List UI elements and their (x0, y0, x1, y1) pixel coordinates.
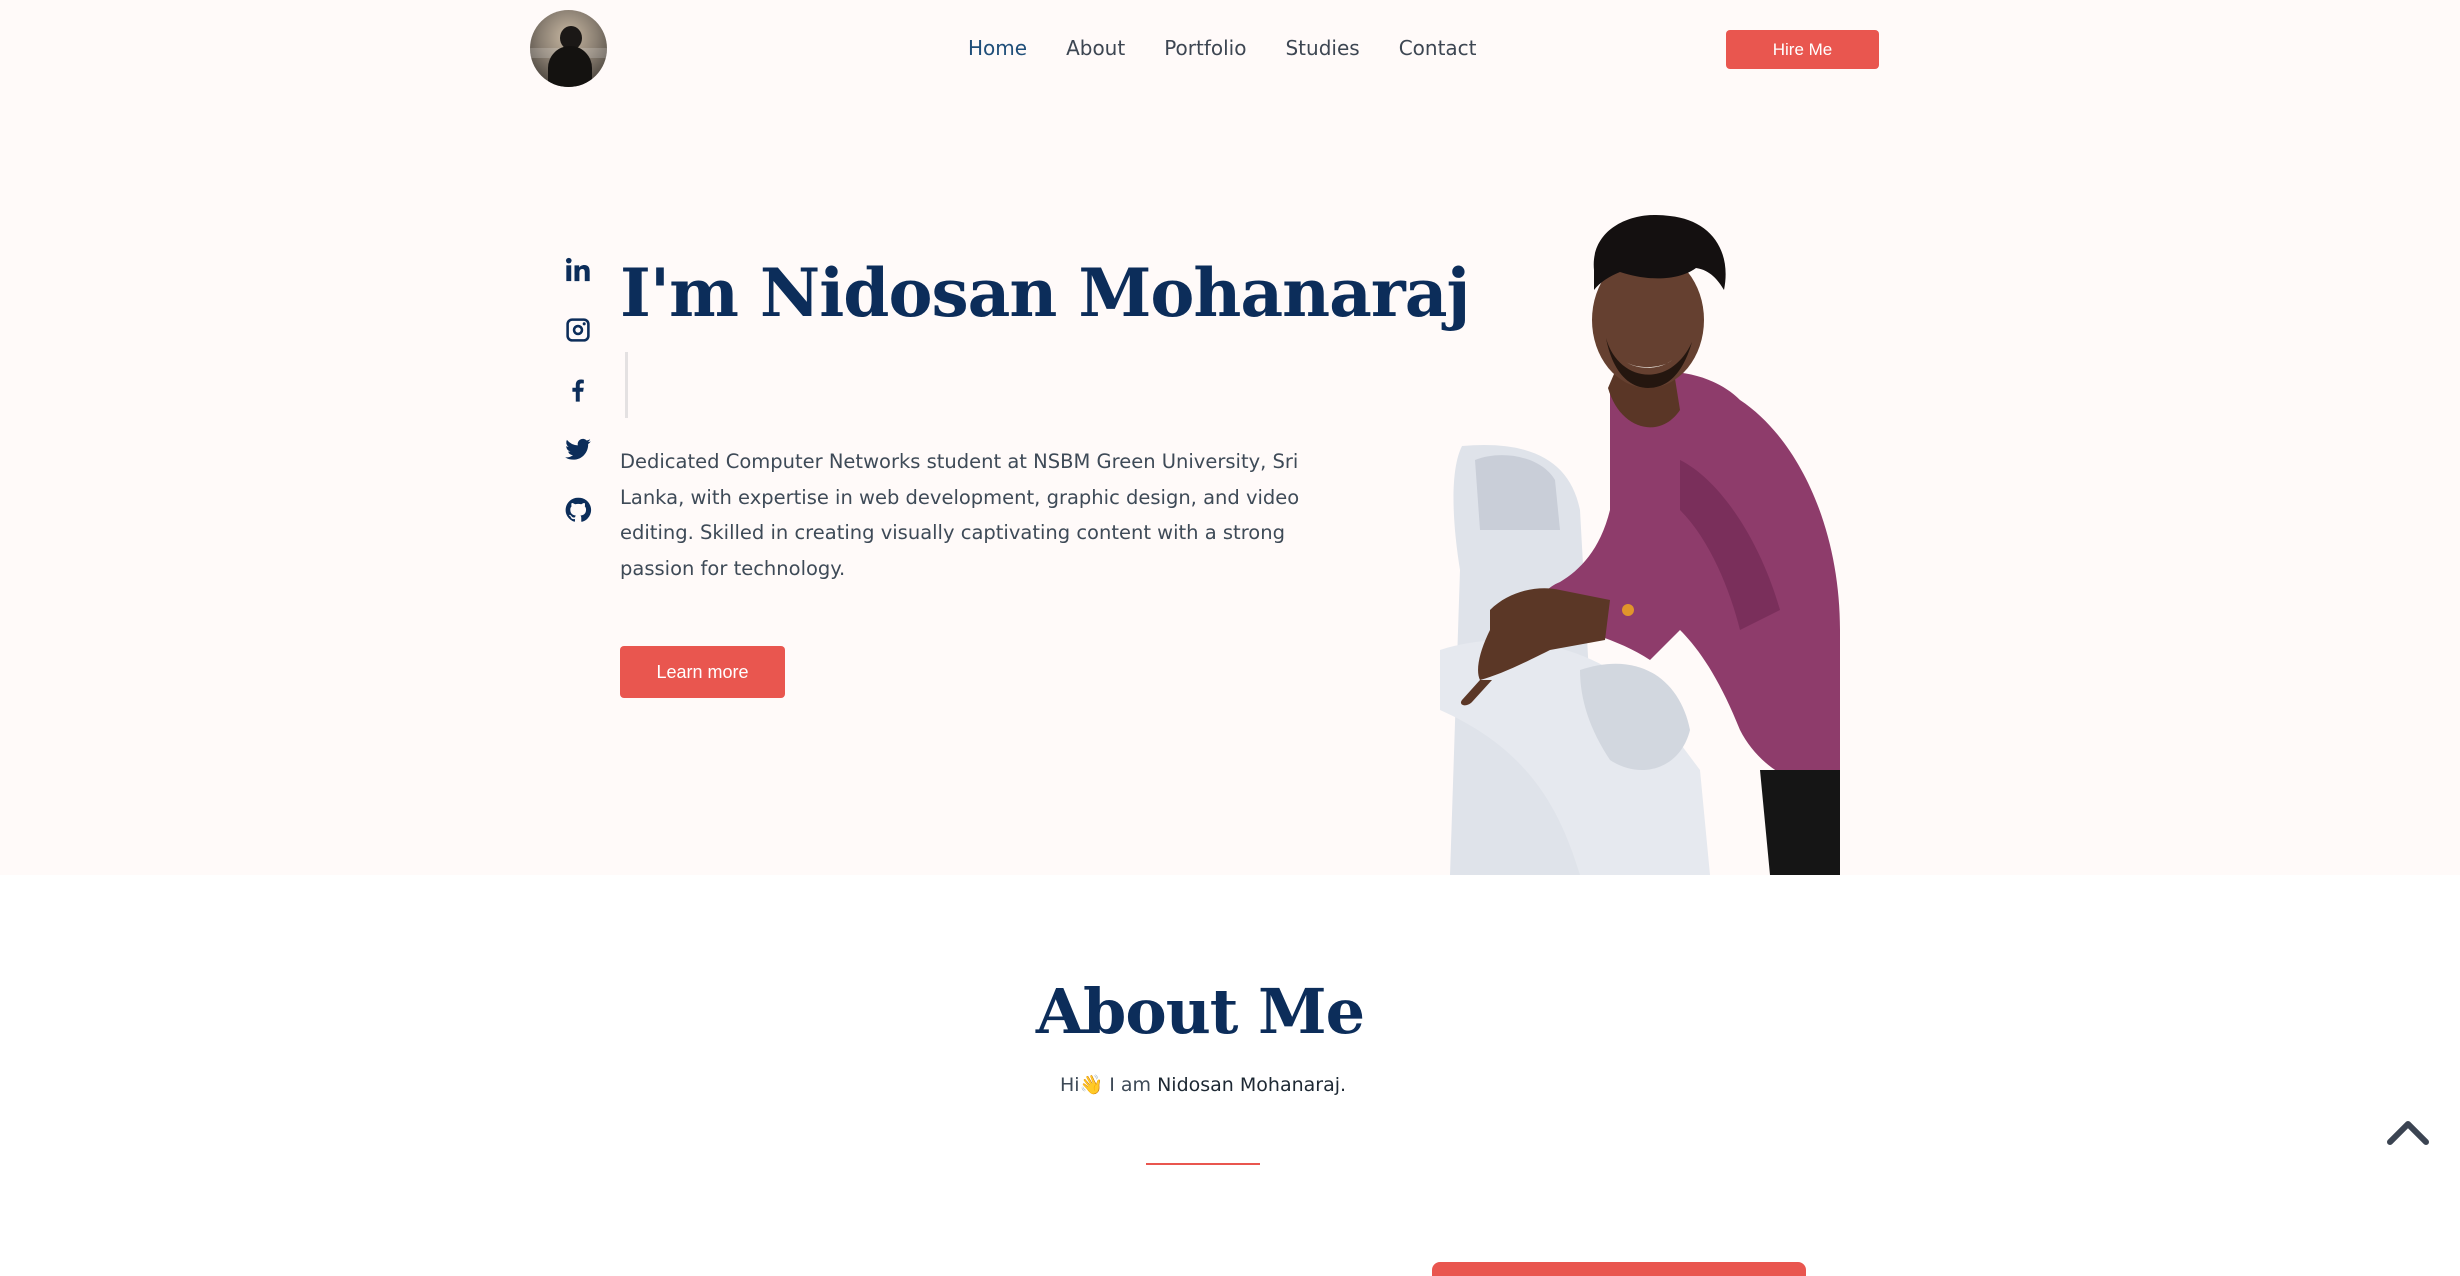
instagram-icon[interactable] (564, 316, 592, 344)
portrait-photo (1440, 214, 1840, 875)
about-intro: I am (1103, 1074, 1158, 1096)
nav-portfolio[interactable]: Portfolio (1164, 34, 1246, 62)
scroll-top-chevron-up-icon[interactable] (2386, 1116, 2430, 1146)
wave-emoji: 👋 (1079, 1074, 1104, 1096)
twitter-icon[interactable] (564, 436, 592, 464)
hero-title: I'm Nidosan Mohanaraj (620, 254, 1470, 332)
nav-about[interactable]: About (1066, 34, 1125, 62)
about-subtitle: Hi👋 I am Nidosan Mohanaraj. (0, 1073, 2406, 1096)
hero-background (0, 0, 2460, 875)
nav-studies[interactable]: Studies (1285, 34, 1359, 62)
hire-me-button[interactable]: Hire Me (1726, 30, 1879, 69)
nav-home[interactable]: Home (968, 34, 1027, 62)
about-title: About Me (1035, 975, 1365, 1048)
hero-description: Dedicated Computer Networks student at N… (620, 450, 1300, 580)
about-card-top (1432, 1262, 1806, 1276)
social-links (564, 256, 592, 524)
about-divider (1146, 1163, 1260, 1165)
linkedin-icon[interactable] (564, 256, 592, 284)
about-greeting: Hi (1059, 1074, 1080, 1096)
avatar[interactable] (530, 10, 607, 87)
typing-cursor (625, 352, 628, 418)
nav-contact[interactable]: Contact (1399, 34, 1477, 62)
main-nav: Home About Portfolio Studies Contact (968, 34, 1477, 62)
github-icon[interactable] (564, 496, 592, 524)
about-name: Nidosan Mohanaraj. (1157, 1074, 1347, 1096)
learn-more-button[interactable]: Learn more (620, 646, 785, 698)
facebook-icon[interactable] (564, 376, 592, 404)
